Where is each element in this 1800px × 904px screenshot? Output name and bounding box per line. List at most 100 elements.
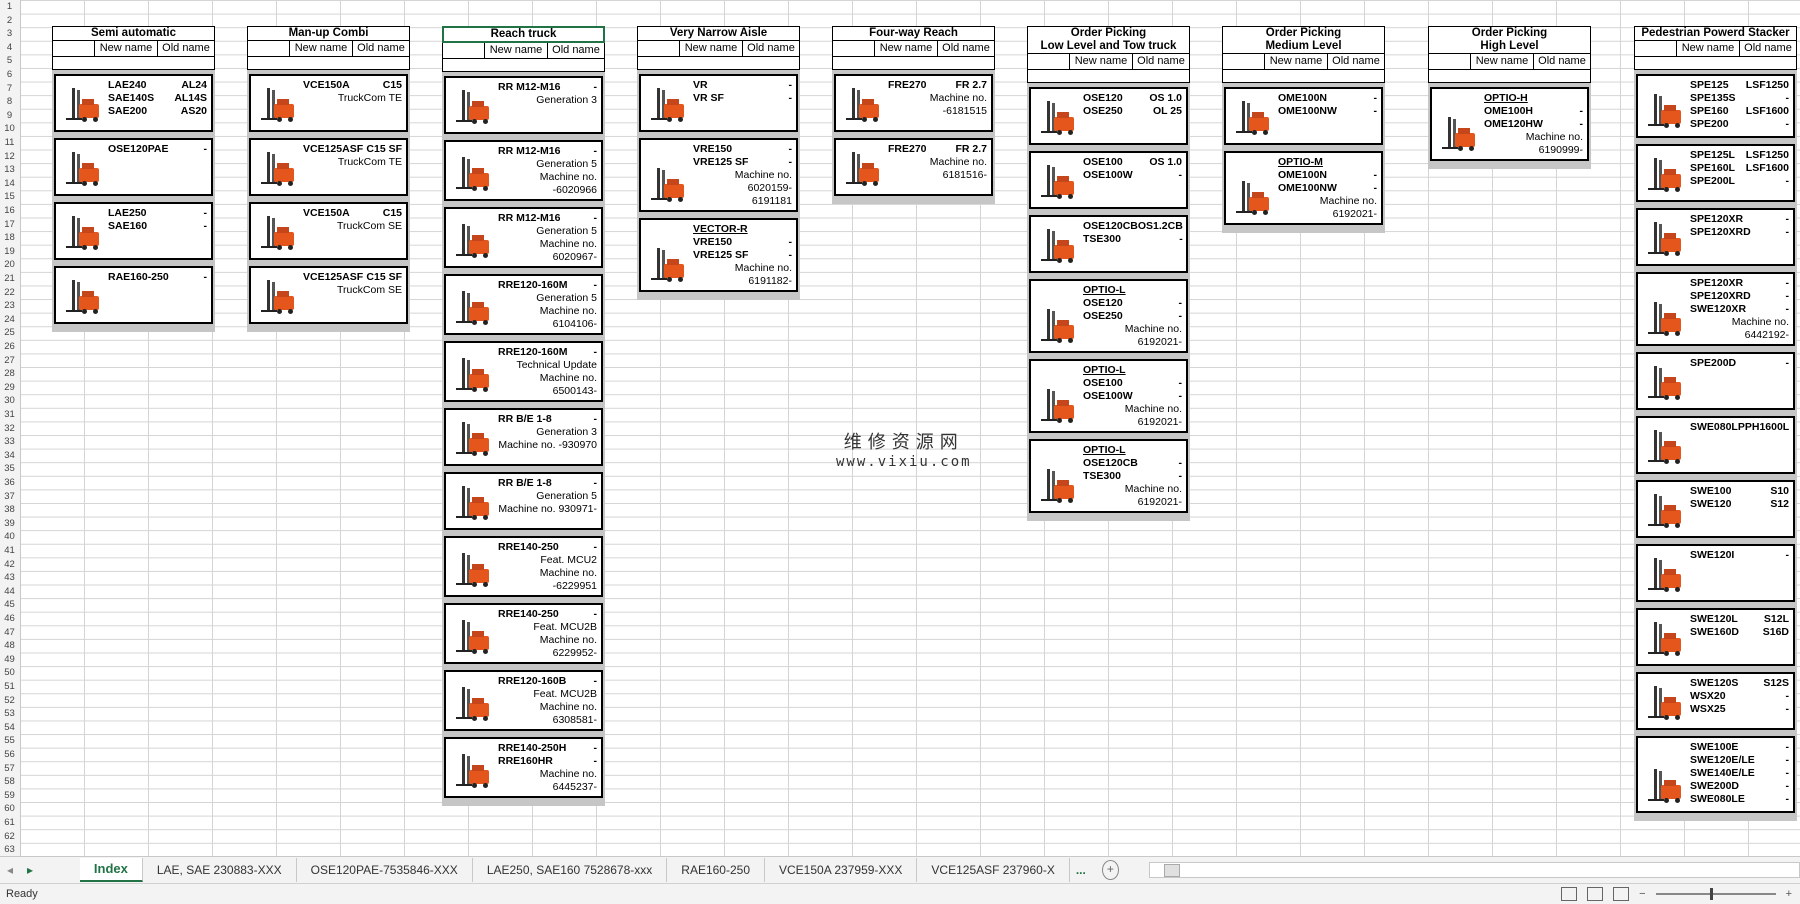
new-model-name[interactable]: SPE120XR — [1690, 277, 1743, 290]
old-name-header[interactable]: Old name — [1132, 54, 1189, 69]
new-model-name[interactable]: OME100N — [1278, 92, 1327, 105]
truck-card[interactable]: SWE100E - SWE120E/LE - SWE140E/LE - SWE200D - SW… — [1636, 736, 1795, 813]
new-model-name[interactable]: OME100N — [1278, 169, 1327, 182]
new-model-name[interactable]: SAE160 — [108, 220, 147, 233]
new-model-name[interactable]: RRE120-160B — [498, 675, 566, 688]
truck-card[interactable]: RR M12-M16 - Generation 3 — [444, 76, 603, 134]
truck-card[interactable]: SPE125 LSF1250 SPE135S - SPE160 LSF1600 SPE200… — [1636, 74, 1795, 138]
row-number[interactable]: 28 — [0, 367, 19, 381]
row-number[interactable]: 30 — [0, 394, 19, 408]
truck-card[interactable]: SPE120XR - SPE120XRD - SWE120XR - Machine no. … — [1636, 272, 1795, 346]
truck-card[interactable]: OPTIO-L OSE120- OSE250- Machine no. 6192021… — [1029, 279, 1188, 353]
new-model-name[interactable]: RR B/E 1-8 — [498, 413, 552, 426]
row-number[interactable]: 35 — [0, 462, 19, 476]
truck-card[interactable]: VCE150A C15 TruckCom SE — [249, 202, 408, 260]
new-model-name[interactable]: VCE125ASF — [303, 143, 363, 156]
new-model-name[interactable]: SWE080LE — [1690, 793, 1745, 806]
truck-card[interactable]: SPE120XR - SPE120XRD - — [1636, 208, 1795, 266]
row-number[interactable]: 42 — [0, 558, 19, 572]
row-number[interactable]: 20 — [0, 258, 19, 272]
model-family[interactable]: OPTIO-L — [1083, 284, 1182, 297]
new-model-name[interactable]: RR M12-M16 — [498, 212, 560, 225]
truck-card[interactable]: SWE080L PPH1600L — [1636, 416, 1795, 474]
new-model-name[interactable]: RRE140-250 — [498, 608, 559, 621]
model-family[interactable]: VECTOR-R — [693, 223, 792, 236]
new-model-name[interactable]: VCE150A — [303, 207, 350, 220]
row-number[interactable]: 19 — [0, 245, 19, 259]
row-number[interactable]: 51 — [0, 680, 19, 694]
model-family[interactable]: OPTIO-L — [1083, 444, 1182, 457]
truck-card[interactable]: OSE120PAE - — [54, 138, 213, 196]
truck-card[interactable]: OSE120 OS 1.0 OSE250 OL 25 — [1029, 87, 1188, 145]
new-model-name[interactable]: SWE120S — [1690, 677, 1738, 690]
more-tabs-button[interactable]: ... — [1070, 863, 1092, 877]
new-model-name[interactable]: VCE125ASF — [303, 271, 363, 284]
new-model-name[interactable]: SWE120L — [1690, 613, 1738, 626]
sheet-tab[interactable]: VCE125ASF 237960-X — [917, 858, 1070, 882]
new-model-name[interactable]: RRE160HR — [498, 755, 553, 768]
normal-view-icon[interactable] — [1561, 887, 1578, 901]
old-name-header[interactable]: Old name — [742, 41, 799, 56]
scroll-thumb[interactable] — [1163, 864, 1180, 877]
row-number[interactable]: 29 — [0, 381, 19, 395]
row-number[interactable]: 39 — [0, 517, 19, 531]
new-model-name[interactable]: SPE125L — [1690, 149, 1735, 162]
new-model-name[interactable]: OME100H — [1484, 105, 1533, 118]
new-model-name[interactable]: SWE100 — [1690, 485, 1731, 498]
new-model-name[interactable]: SPE160 — [1690, 105, 1729, 118]
row-number[interactable]: 52 — [0, 694, 19, 708]
section-title[interactable]: Pedestrian Powerd Stacker — [1634, 26, 1797, 41]
model-family[interactable]: OPTIO-H — [1484, 92, 1583, 105]
row-number[interactable]: 49 — [0, 653, 19, 667]
new-model-name[interactable]: RR M12-M16 — [498, 81, 560, 94]
new-model-name[interactable]: LAE240 — [108, 79, 147, 92]
new-model-name[interactable]: SPE120XR — [1690, 213, 1743, 226]
new-model-name[interactable]: SWE200D — [1690, 780, 1739, 793]
new-model-name[interactable]: RR M12-M16 — [498, 145, 560, 158]
row-number[interactable]: 62 — [0, 830, 19, 844]
truck-card[interactable]: RRE120-160B - Feat. MCU2B Machine no. 63085… — [444, 670, 603, 731]
truck-card[interactable]: SPE200D - — [1636, 352, 1795, 410]
row-number[interactable]: 1 — [0, 0, 19, 14]
truck-card[interactable]: VCE125ASF C15 SF TruckCom SE — [249, 266, 408, 324]
new-model-name[interactable]: SPE125 — [1690, 79, 1729, 92]
truck-card[interactable]: VCE150A C15 TruckCom TE — [249, 74, 408, 132]
row-number[interactable]: 47 — [0, 626, 19, 640]
new-model-name[interactable]: SWE140E/LE — [1690, 767, 1755, 780]
row-number[interactable]: 17 — [0, 218, 19, 232]
new-model-name[interactable]: SAE140S — [108, 92, 154, 105]
sheet-tab[interactable]: RAE160-250 — [667, 858, 765, 882]
new-model-name[interactable]: WSX25 — [1690, 703, 1726, 716]
truck-card[interactable]: RAE160-250 - — [54, 266, 213, 324]
new-model-name[interactable]: SWE120XR — [1690, 303, 1746, 316]
new-model-name[interactable]: RRE140-250H — [498, 742, 566, 755]
section-title[interactable]: Man-up Combi — [247, 26, 410, 41]
section-title[interactable]: Order Picking High Level — [1428, 26, 1591, 54]
new-model-name[interactable]: SPE200L — [1690, 175, 1735, 188]
new-model-name[interactable]: OME120HW — [1484, 118, 1543, 131]
row-number[interactable]: 2 — [0, 14, 19, 28]
new-model-name[interactable]: VR — [693, 79, 708, 92]
new-model-name[interactable]: FRE270 — [888, 143, 927, 156]
new-model-name[interactable]: SPE200D — [1690, 357, 1736, 370]
truck-card[interactable]: OPTIO-L OSE120CB - TSE300- Machine no. 61920… — [1029, 439, 1188, 513]
new-model-name[interactable]: OSE100W — [1083, 390, 1133, 403]
row-number[interactable]: 58 — [0, 775, 19, 789]
row-number[interactable]: 38 — [0, 503, 19, 517]
new-model-name[interactable]: VRE150 — [693, 236, 732, 249]
new-name-header[interactable]: New name — [1676, 41, 1739, 56]
section-title[interactable]: Order Picking Medium Level — [1222, 26, 1385, 54]
new-model-name[interactable]: VR SF — [693, 92, 724, 105]
truck-card[interactable]: RRE140-250 - Feat. MCU2 Machine no. -622995… — [444, 536, 603, 597]
new-model-name[interactable]: VCE150A — [303, 79, 350, 92]
row-number[interactable]: 48 — [0, 639, 19, 653]
sheet-tab[interactable]: VCE150A 237959-XXX — [765, 858, 918, 882]
horizontal-scrollbar[interactable] — [1148, 862, 1800, 878]
truck-card[interactable]: SWE120L S12L SWE160D S16D — [1636, 608, 1795, 666]
truck-card[interactable]: RR B/E 1-8 - Generation 5 Machine no. 93097… — [444, 472, 603, 530]
row-number[interactable]: 56 — [0, 748, 19, 762]
row-number[interactable]: 13 — [0, 163, 19, 177]
old-name-header[interactable]: Old name — [157, 41, 214, 56]
truck-card[interactable]: OSE120CB OS1.2CB TSE300- — [1029, 215, 1188, 273]
row-number[interactable]: 32 — [0, 422, 19, 436]
